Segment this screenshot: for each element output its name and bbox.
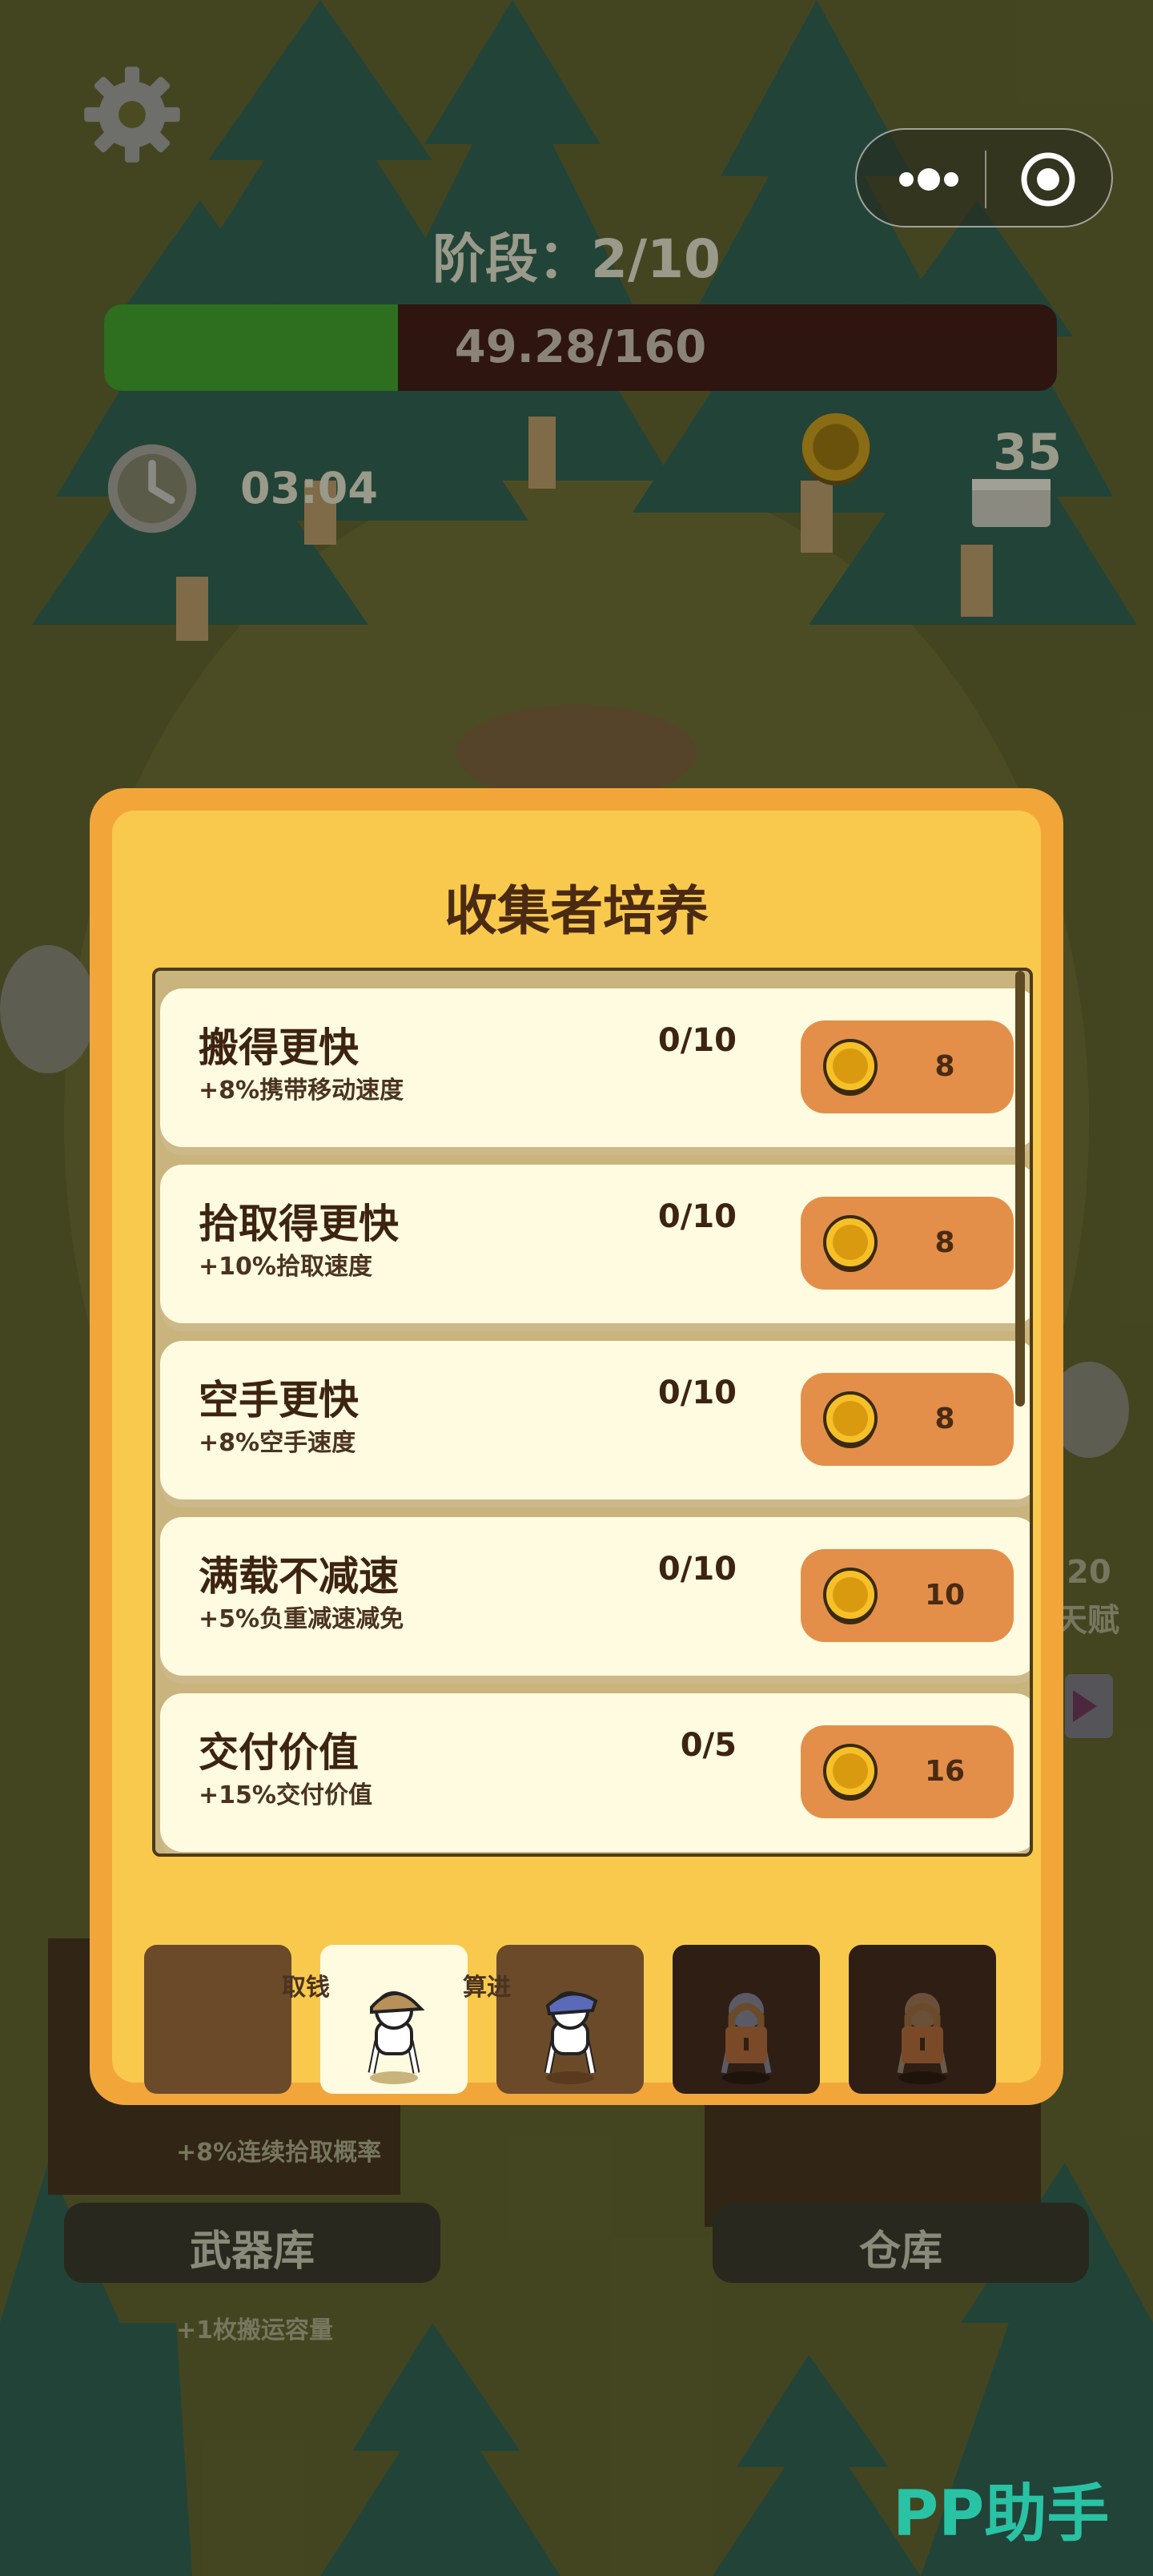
upgrade-desc: +5%负重减速减免	[199, 1605, 404, 1633]
buy-button[interactable]: 16	[801, 1725, 1014, 1818]
progress-text: 49.28/160	[454, 321, 707, 373]
upgrade-name: 空手更快	[199, 1377, 359, 1423]
coin-icon	[823, 1391, 878, 1448]
buy-button[interactable]: 8	[801, 1373, 1014, 1466]
price-text: 16	[924, 1755, 966, 1788]
upgrade-level: 0/10	[657, 1551, 737, 1588]
upgrade-level: 0/10	[657, 1198, 737, 1235]
upgrade-card-empty-hand-speed: 空手更快 +8%空手速度 0/10 8	[160, 1341, 1030, 1499]
upgrade-name: 搬得更快	[199, 1024, 359, 1071]
price-text: 8	[934, 1403, 955, 1435]
stage-label: 阶段：2/10	[432, 228, 721, 290]
settings-gear-icon[interactable]	[80, 62, 184, 167]
armory-button[interactable]: 武器库	[64, 2217, 440, 2277]
scrollbar-thumb[interactable]	[1015, 971, 1025, 1407]
wood-count: 35	[993, 423, 1063, 481]
tab-collector-locked-1[interactable]	[673, 1945, 820, 2094]
price-text: 8	[934, 1226, 955, 1259]
upgrade-card-delivery-value: 交付价值 +15%交付价值 0/5 16	[160, 1693, 1030, 1852]
coin-icon	[823, 1039, 878, 1096]
lock-icon	[897, 1993, 948, 2084]
coin-icon	[801, 413, 870, 486]
collector-training-modal: 收集者培养 搬得更快 +8%携带移动速度 0/10 8 拾取得更快 +10%拾取…	[90, 788, 1063, 2105]
collector-tan-hat-icon	[368, 1991, 425, 2084]
upgrade-level: 0/10	[657, 1022, 737, 1059]
upgrade-level: 0/5	[680, 1727, 737, 1764]
coin-icon	[823, 1744, 878, 1801]
buy-button[interactable]: 10	[801, 1549, 1014, 1642]
stage-progress-bar: 49.28/160	[104, 304, 1057, 391]
upgrade-card-full-load: 满载不减速 +5%负重减速减免 0/10 10	[160, 1517, 1030, 1676]
warehouse-button[interactable]: 仓库	[713, 2217, 1089, 2277]
upgrade-name: 拾取得更快	[199, 1201, 399, 1247]
lock-icon	[721, 1993, 772, 2084]
upgrade-desc: +10%拾取速度	[199, 1253, 372, 1281]
timer-text: 03:04	[240, 463, 378, 513]
modal-title: 收集者培养	[444, 880, 709, 942]
collector-blue-hat-icon	[544, 1991, 598, 2084]
watermark-logo: PP助手	[893, 2478, 1110, 2550]
carry-bonus-text: +1枚搬运容量	[176, 2316, 334, 2345]
buy-button[interactable]: 8	[801, 1020, 1014, 1113]
tab-collector-locked-2[interactable]	[849, 1945, 996, 2094]
tab-collector-slot-1[interactable]	[144, 1945, 291, 2094]
coin-icon	[823, 1215, 878, 1272]
tab-collector-hat-tan[interactable]	[320, 1945, 468, 2094]
upgrade-desc: +8%空手速度	[199, 1429, 356, 1457]
upgrade-level: 0/10	[657, 1375, 737, 1411]
talent-fragment-bottom: 天赋	[1055, 1602, 1119, 1639]
upgrade-desc: +15%交付价值	[199, 1781, 372, 1809]
upgrade-name: 满载不减速	[199, 1553, 399, 1600]
tab-collector-hat-blue[interactable]	[496, 1945, 644, 2094]
talent-fragment-top: 20	[1067, 1554, 1111, 1591]
tab-gap-text-b: 算进	[463, 1974, 511, 2002]
tab-gap-text-a: 取钱	[282, 1974, 330, 2002]
upgrade-name: 交付价值	[199, 1729, 359, 1776]
upgrade-desc: +8%携带移动速度	[199, 1077, 404, 1105]
miniprogram-capsule	[855, 128, 1113, 227]
modal-inner-panel: 收集者培养 搬得更快 +8%携带移动速度 0/10 8 拾取得更快 +10%拾取…	[112, 811, 1041, 2094]
clock-icon	[107, 444, 197, 533]
close-target-icon[interactable]	[1012, 147, 1084, 211]
upgrade-card-pickup-speed: 拾取得更快 +10%拾取速度 0/10 8	[160, 1165, 1030, 1323]
upgrade-list[interactable]: 搬得更快 +8%携带移动速度 0/10 8 拾取得更快 +10%拾取速度 0/1…	[152, 968, 1033, 1857]
pickup-bonus-text: +8%连续拾取概率	[176, 2139, 382, 2167]
price-text: 8	[934, 1050, 955, 1083]
more-dots-icon[interactable]	[889, 147, 969, 211]
capsule-divider	[985, 151, 986, 208]
price-text: 10	[924, 1579, 966, 1612]
coin-icon	[823, 1568, 878, 1624]
upgrade-card-carry-speed: 搬得更快 +8%携带移动速度 0/10 8	[160, 988, 1030, 1147]
buy-button[interactable]: 8	[801, 1197, 1014, 1290]
